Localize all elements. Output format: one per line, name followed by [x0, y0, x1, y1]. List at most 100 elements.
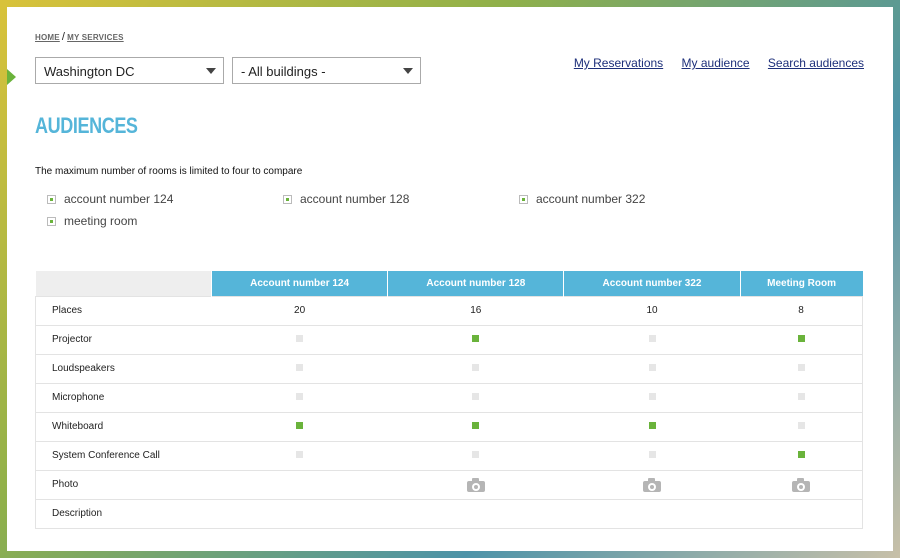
- feature-unavailable-icon: [648, 393, 656, 400]
- feature-available-icon: [648, 422, 656, 429]
- table-cell: [387, 498, 564, 529]
- camera-icon[interactable]: [643, 477, 661, 492]
- table-cell: [563, 469, 741, 499]
- room-checkbox-item[interactable]: account number 128: [283, 192, 409, 206]
- chevron-down-icon: [403, 68, 413, 74]
- building-select[interactable]: - All buildings -: [232, 57, 421, 84]
- table-cell: [563, 382, 741, 412]
- row-label: Places: [35, 295, 212, 325]
- table-row: Loudspeakers: [35, 353, 864, 383]
- table-cell: [211, 382, 388, 412]
- feature-unavailable-icon: [296, 451, 304, 458]
- checkbox-icon[interactable]: [283, 195, 292, 204]
- table-cell: [563, 411, 741, 441]
- feature-unavailable-icon: [296, 393, 304, 400]
- column-header: Meeting Room: [739, 271, 863, 296]
- table-cell: [563, 440, 741, 470]
- room-label: meeting room: [64, 214, 138, 228]
- search-audiences-link[interactable]: Search audiences: [768, 56, 864, 70]
- room-checkbox-item[interactable]: account number 322: [519, 192, 645, 206]
- room-checkbox-item[interactable]: meeting room: [47, 214, 137, 228]
- chevron-down-icon: [206, 68, 216, 74]
- section-marker: [7, 69, 16, 85]
- checkbox-icon[interactable]: [47, 195, 56, 204]
- camera-icon[interactable]: [792, 477, 811, 492]
- checkbox-icon[interactable]: [519, 195, 528, 204]
- table-cell: 10: [563, 295, 741, 325]
- table-cell: [740, 498, 864, 529]
- table-cell: [211, 469, 388, 499]
- column-header: Account number 128: [387, 271, 564, 296]
- table-cell: [740, 411, 864, 441]
- row-label: Photo: [35, 469, 212, 499]
- page-title: AUDIENCES: [35, 113, 138, 138]
- main-panel: HOME / MY SERVICES Washington DC - All bui…: [7, 7, 893, 551]
- header-blank-cell: [35, 271, 212, 296]
- comparison-table: Account number 124 Account number 128 Ac…: [35, 271, 864, 529]
- my-audience-link[interactable]: My audience: [682, 56, 750, 70]
- feature-available-icon: [797, 335, 805, 342]
- row-label: Projector: [35, 324, 212, 354]
- feature-unavailable-icon: [296, 335, 304, 342]
- breadcrumb: HOME / MY SERVICES: [35, 31, 124, 43]
- feature-unavailable-icon: [648, 451, 656, 458]
- feature-unavailable-icon: [472, 451, 480, 458]
- table-row: Projector: [35, 324, 864, 354]
- room-checkbox-item[interactable]: account number 124: [47, 192, 173, 206]
- compare-limit-notice: The maximum number of rooms is limited t…: [35, 166, 303, 177]
- feature-unavailable-icon: [472, 393, 480, 400]
- table-cell: [563, 353, 741, 383]
- table-cell: [211, 440, 388, 470]
- feature-available-icon: [296, 422, 304, 429]
- my-reservations-link[interactable]: My Reservations: [574, 56, 663, 70]
- city-select[interactable]: Washington DC: [35, 57, 224, 84]
- breadcrumb-home-link[interactable]: HOME: [35, 33, 60, 42]
- table-cell: [211, 324, 388, 354]
- row-label: Whiteboard: [35, 411, 212, 441]
- table-cell: [387, 353, 564, 383]
- feature-unavailable-icon: [648, 364, 656, 371]
- feature-unavailable-icon: [648, 335, 656, 342]
- column-header: Account number 322: [563, 271, 741, 296]
- row-label: Loudspeakers: [35, 353, 212, 383]
- feature-unavailable-icon: [797, 422, 805, 429]
- table-cell: [211, 411, 388, 441]
- table-cell: [740, 324, 864, 354]
- row-label: System Conference Call: [35, 440, 212, 470]
- table-row: Description: [35, 498, 864, 529]
- table-cell: 8: [740, 295, 864, 325]
- breadcrumb-current-link[interactable]: MY SERVICES: [67, 33, 124, 42]
- building-select-value: - All buildings -: [241, 64, 326, 79]
- table-cell: [563, 498, 741, 529]
- table-cell: [387, 469, 564, 499]
- feature-available-icon: [472, 335, 480, 342]
- feature-unavailable-icon: [296, 364, 304, 371]
- row-label: Description: [35, 498, 212, 529]
- table-cell: 16: [387, 295, 564, 325]
- table-cell: [211, 353, 388, 383]
- row-label: Microphone: [35, 382, 212, 412]
- table-row: Whiteboard: [35, 411, 864, 441]
- table-cell: [211, 498, 388, 529]
- table-cell: [387, 324, 564, 354]
- feature-unavailable-icon: [797, 393, 805, 400]
- feature-available-icon: [472, 422, 480, 429]
- table-cell: [740, 440, 864, 470]
- table-cell: [387, 382, 564, 412]
- table-row: Photo: [35, 469, 864, 499]
- table-cell: [740, 382, 864, 412]
- checkbox-icon[interactable]: [47, 217, 56, 226]
- top-links: My Reservations My audience Search audie…: [559, 56, 864, 70]
- room-label: account number 322: [536, 192, 646, 206]
- table-cell: 20: [211, 295, 388, 325]
- feature-unavailable-icon: [797, 364, 805, 371]
- camera-icon[interactable]: [466, 477, 485, 492]
- table-row: Places 20 16 10 8: [35, 295, 864, 325]
- room-label: account number 124: [64, 192, 174, 206]
- table-cell: [563, 324, 741, 354]
- table-cell: [387, 440, 564, 470]
- table-cell: [740, 353, 864, 383]
- city-select-value: Washington DC: [44, 64, 135, 79]
- table-header-row: Account number 124 Account number 128 Ac…: [35, 271, 863, 296]
- column-header: Account number 124: [210, 271, 388, 296]
